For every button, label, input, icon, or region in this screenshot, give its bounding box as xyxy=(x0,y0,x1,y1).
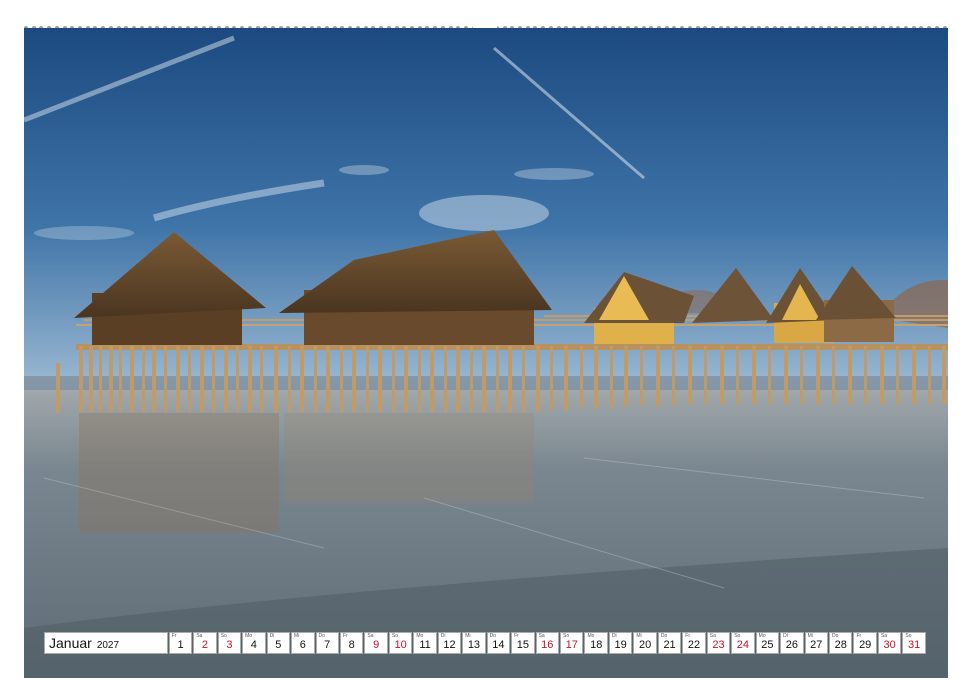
month-label: Januar 2027 xyxy=(44,632,168,654)
day-number: 16 xyxy=(541,639,554,651)
calendar-photo xyxy=(24,28,948,678)
day-number: 29 xyxy=(859,639,872,651)
month-name: Januar xyxy=(49,635,92,651)
day-cell: So 31 xyxy=(902,632,926,654)
day-number: 2 xyxy=(201,639,209,651)
day-cell: Mi 13 xyxy=(462,632,486,654)
day-number: 17 xyxy=(565,639,578,651)
day-cell: Fr 29 xyxy=(853,632,877,654)
day-cell: Mo 25 xyxy=(755,632,780,654)
day-number: 10 xyxy=(394,639,407,651)
day-cell: Mo 11 xyxy=(413,632,437,654)
day-cell: So 10 xyxy=(388,632,413,654)
day-number: 31 xyxy=(907,639,921,651)
day-number: 14 xyxy=(492,639,505,651)
day-cell: Sa 16 xyxy=(535,632,560,654)
day-number: 30 xyxy=(883,639,896,651)
day-cell: Di 12 xyxy=(437,632,462,654)
day-number: 5 xyxy=(275,639,282,651)
day-number: 20 xyxy=(638,639,652,651)
day-cell: Mo 4 xyxy=(242,632,266,654)
day-number: 19 xyxy=(614,639,627,651)
day-number: 1 xyxy=(177,639,184,651)
day-cell: Fr 8 xyxy=(339,632,364,654)
day-cell: Mi 6 xyxy=(291,632,315,654)
day-number: 13 xyxy=(467,639,481,651)
day-cell: Do 7 xyxy=(315,632,339,654)
day-number: 22 xyxy=(687,639,701,651)
day-number: 25 xyxy=(761,639,774,651)
day-cell: Do 21 xyxy=(657,632,682,654)
day-cell: Fr 15 xyxy=(511,632,535,654)
day-number: 28 xyxy=(834,639,847,651)
day-number: 11 xyxy=(419,639,431,651)
day-cell: Di 19 xyxy=(608,632,633,654)
day-number: 4 xyxy=(250,639,257,651)
day-number: 23 xyxy=(712,639,725,651)
day-cell: Mi 27 xyxy=(804,632,829,654)
month-year: 2027 xyxy=(96,640,120,651)
day-cell: Di 26 xyxy=(780,632,804,654)
day-number: 6 xyxy=(299,639,306,651)
day-cell: Fr 1 xyxy=(168,632,193,654)
day-number: 15 xyxy=(516,639,529,651)
day-cell: Sa 9 xyxy=(364,632,388,654)
day-cell: So 17 xyxy=(560,632,584,654)
day-cell: Mi 20 xyxy=(633,632,657,654)
day-cell: Sa 23 xyxy=(706,632,731,654)
day-number: 24 xyxy=(736,639,750,651)
day-number: 21 xyxy=(663,639,676,651)
day-number: 27 xyxy=(810,639,823,651)
day-cell: Sa 30 xyxy=(877,632,902,654)
day-number: 26 xyxy=(785,639,798,651)
day-number: 9 xyxy=(373,639,380,651)
day-cell: Di 5 xyxy=(266,632,291,654)
day-cell: Mo 18 xyxy=(584,632,608,654)
day-cell: Sa 2 xyxy=(193,632,217,654)
day-number: 3 xyxy=(226,639,233,651)
day-cell: So 3 xyxy=(217,632,242,654)
day-number: 12 xyxy=(443,639,456,651)
day-number: 7 xyxy=(324,639,331,651)
day-cell: Do 28 xyxy=(829,632,853,654)
pile-dwellings-scene xyxy=(24,28,948,678)
day-number: 8 xyxy=(348,639,355,651)
day-cell: So 24 xyxy=(731,632,755,654)
calendar-strip: Januar 2027 Fr 1 Sa 2 So 3 Mo 4 Di 5 Mi 6 Do 7 Fr 8 Sa 9 S… xyxy=(44,632,926,656)
day-number: 18 xyxy=(590,639,603,651)
day-cell: Fr 22 xyxy=(682,632,706,654)
day-cell: Do 14 xyxy=(486,632,511,654)
